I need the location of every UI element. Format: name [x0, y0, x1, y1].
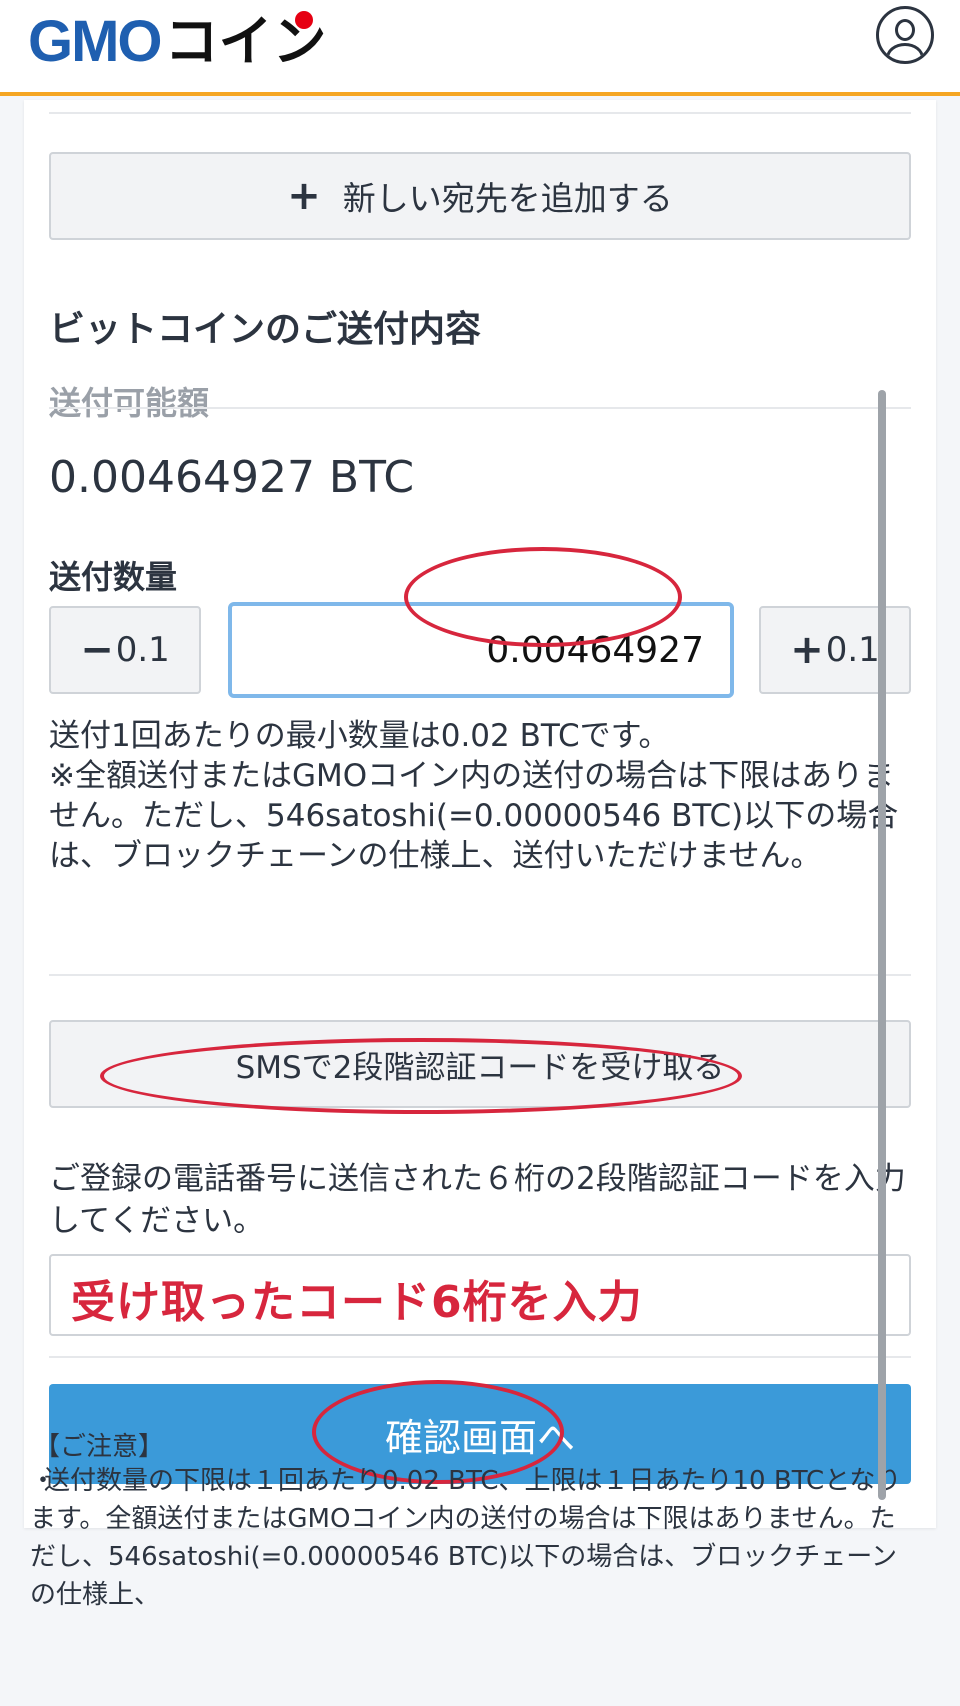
decrement-button[interactable]: − 0.1 [49, 606, 201, 694]
sms-code-button[interactable]: SMSで2段階認証コードを受け取る [49, 1020, 911, 1108]
note-line-1: 送付1回あたりの最小数量は0.02 BTCです。 [49, 718, 670, 754]
user-account-icon[interactable] [876, 6, 934, 64]
confirm-button-label: 確認画面へ [384, 1415, 575, 1460]
logo-gmo-text: GMO [28, 9, 163, 74]
sms-code-button-label: SMSで2段階認証コードを受け取る [235, 1049, 725, 1086]
notice-body-text: 送付数量の下限は１回あたり0.02 BTC、上限は１日あたり10 BTCとなりま… [30, 1466, 902, 1610]
minus-icon: − [80, 627, 114, 673]
notice-title: 【ご注意】 [34, 1432, 165, 1462]
minimum-amount-note: 送付1回あたりの最小数量は0.02 BTCです。 ※全額送付またはGMOコイン内… [49, 716, 911, 876]
available-amount-value: 0.00464927 BTC [49, 452, 415, 503]
gmo-coin-logo[interactable]: GMO コイン [28, 8, 327, 76]
notice-body: ・送付数量の下限は１回あたり0.02 BTC、上限は１日あたり10 BTCとなり… [30, 1462, 910, 1614]
app-header: GMO コイン [0, 0, 960, 96]
section-title: ビットコインのご送付内容 [49, 309, 482, 350]
add-destination-button[interactable]: + 新しい宛先を追加する [49, 152, 911, 240]
logo-coin-text: コイン [164, 10, 327, 73]
available-amount-label: 送付可能額 [49, 384, 210, 422]
page-scrollbar[interactable] [878, 390, 886, 1500]
increment-button[interactable]: + 0.1 [759, 606, 911, 694]
divider [49, 974, 911, 976]
divider [49, 1356, 911, 1358]
sms-code-description: ご登録の電話番号に送信された６桁の2段階認証コードを入力してください。 [49, 1161, 906, 1239]
send-amount-input[interactable] [228, 602, 734, 698]
divider [49, 407, 911, 409]
decrement-label: 0.1 [115, 630, 170, 670]
logo-red-dot-icon [294, 11, 313, 29]
add-destination-label: 新しい宛先を追加する [342, 179, 673, 218]
send-amount-label: 送付数量 [49, 558, 178, 596]
plus-icon: + [287, 173, 321, 219]
send-form-card: + 新しい宛先を追加する ビットコインのご送付内容 送付可能額 0.004649… [24, 100, 936, 1528]
code-input-annotation: 受け取ったコード6桁を入力 [71, 1277, 643, 1328]
increment-label: 0.1 [825, 630, 880, 670]
divider [49, 112, 911, 114]
two-factor-code-input[interactable]: 受け取ったコード6桁を入力 [49, 1254, 911, 1336]
plus-icon: + [790, 627, 824, 673]
bullet-icon: ・ [30, 1466, 57, 1496]
note-line-2: ※全額送付またはGMOコイン内の送付の場合は下限はありません。ただし、546sa… [49, 758, 899, 874]
